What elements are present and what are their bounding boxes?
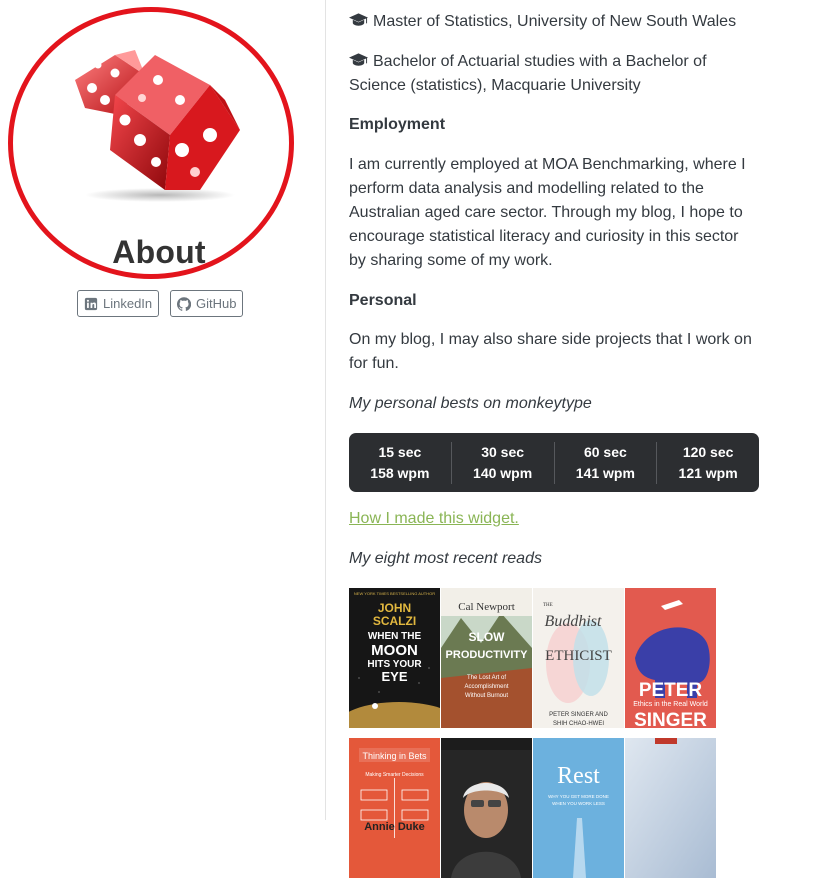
stat-60-sec: 60 sec 141 wpm (555, 441, 658, 484)
book-cover[interactable]: Cal Newport SLOW PRODUCTIVITY The Lost A… (441, 588, 532, 728)
page-title: About (112, 234, 206, 270)
github-label: GitHub (196, 296, 237, 311)
github-icon (177, 296, 191, 311)
svg-text:SINGER: SINGER (634, 710, 707, 728)
graduation-cap-icon (349, 53, 368, 66)
personal-text: On my blog, I may also share side projec… (349, 331, 752, 372)
education-item-1: Master of Statistics, University of New … (349, 10, 759, 34)
svg-text:SLOW: SLOW (469, 630, 506, 644)
education-text-1: Master of Statistics, University of New … (373, 13, 737, 30)
svg-text:SCALZI: SCALZI (373, 614, 416, 628)
svg-text:JOHN: JOHN (378, 601, 411, 615)
stat-15-sec: 15 sec 158 wpm (349, 441, 452, 484)
stat-duration: 30 sec (481, 443, 525, 460)
widget-link-paragraph: How I made this widget. (349, 507, 759, 531)
dice-logo (75, 50, 240, 202)
stat-duration: 60 sec (583, 443, 627, 460)
linkedin-icon (84, 297, 98, 310)
svg-text:Buddhist: Buddhist (545, 613, 602, 630)
stat-120-sec: 120 sec 121 wpm (657, 442, 759, 484)
book-subtitle: Making Smarter Decisions (365, 772, 424, 778)
book-cover-art: THE Buddhist ETHICIST PETER SINGER AND S… (533, 588, 624, 728)
book-cover-art: Rest WHY YOU GET MORE DONE WHEN YOU WORK… (533, 738, 624, 878)
sidebar: About LinkedIn GitHub (0, 0, 325, 820)
stat-wpm: 140 wpm (473, 464, 533, 481)
stat-wpm: 121 wpm (678, 464, 738, 481)
svg-text:SHIH CHAO-HWEI: SHIH CHAO-HWEI (553, 721, 604, 727)
svg-text:Without Burnout: Without Burnout (465, 693, 508, 699)
book-cover[interactable]: NEW YORK TIMES BESTSELLING AUTHOR JOHN S… (349, 588, 440, 728)
svg-text:PETER SINGER AND: PETER SINGER AND (549, 712, 608, 718)
svg-text:MOON: MOON (371, 642, 418, 659)
book-cover[interactable] (441, 738, 532, 878)
book-cover-art (441, 738, 532, 878)
column-divider (325, 0, 326, 820)
graduation-cap-icon (349, 13, 368, 26)
svg-text:PETER: PETER (639, 680, 703, 701)
svg-text:WHY YOU GET MORE DONE: WHY YOU GET MORE DONE (548, 794, 609, 799)
svg-text:EYE: EYE (381, 669, 407, 684)
book-cover[interactable] (625, 738, 716, 878)
employment-text: I am currently employed at MOA Benchmark… (349, 156, 746, 269)
book-cover[interactable]: PETER Ethics in the Real World SINGER (625, 588, 716, 728)
linkedin-label: LinkedIn (103, 296, 153, 311)
book-cover[interactable]: THE Buddhist ETHICIST PETER SINGER AND S… (533, 588, 624, 728)
education-text-2: Bachelor of Actuarial studies with a Bac… (349, 53, 707, 94)
book-title: Thinking in Bets (362, 751, 427, 761)
personal-heading: Personal (349, 292, 417, 309)
book-cover-art: PETER Ethics in the Real World SINGER (625, 588, 716, 728)
linkedin-button[interactable]: LinkedIn (77, 290, 160, 317)
book-tagline: NEW YORK TIMES BESTSELLING AUTHOR (354, 591, 435, 596)
monkeytype-widget: 15 sec 158 wpm 30 sec 140 wpm 60 sec 141… (349, 433, 759, 492)
stat-duration: 120 sec (682, 443, 734, 460)
book-cover-art: Thinking in Bets Making Smarter Decision… (349, 738, 440, 878)
book-cover-art: NEW YORK TIMES BESTSELLING AUTHOR JOHN S… (349, 588, 440, 728)
book-cover[interactable]: Thinking in Bets Making Smarter Decision… (349, 738, 440, 878)
book-cover-art (625, 738, 716, 878)
stat-wpm: 141 wpm (575, 464, 635, 481)
stat-wpm: 158 wpm (370, 464, 430, 481)
book-title: Ethics in the Real World (633, 701, 708, 708)
stat-30-sec: 30 sec 140 wpm (452, 441, 555, 484)
github-button[interactable]: GitHub (170, 290, 244, 317)
reads-caption: My eight most recent reads (349, 550, 542, 567)
book-author: Annie Duke (364, 821, 425, 833)
employment-heading: Employment (349, 116, 446, 133)
book-cover[interactable]: Rest WHY YOU GET MORE DONE WHEN YOU WORK… (533, 738, 624, 878)
book-cover-art: Cal Newport SLOW PRODUCTIVITY The Lost A… (441, 588, 532, 728)
svg-text:ETHICIST: ETHICIST (545, 648, 612, 664)
monkeytype-caption: My personal bests on monkeytype (349, 395, 592, 412)
book-title: Rest (557, 763, 600, 789)
svg-text:WHEN THE: WHEN THE (368, 631, 422, 642)
education-item-2: Bachelor of Actuarial studies with a Bac… (349, 50, 759, 98)
how-i-made-widget-link[interactable]: How I made this widget. (349, 510, 519, 527)
svg-text:PRODUCTIVITY: PRODUCTIVITY (446, 649, 529, 661)
svg-text:THE: THE (543, 603, 553, 608)
svg-text:WHEN YOU WORK LESS: WHEN YOU WORK LESS (552, 801, 605, 806)
svg-text:The Lost Art of: The Lost Art of (467, 675, 506, 681)
svg-text:Accomplishment: Accomplishment (464, 684, 508, 690)
book-author: Cal Newport (458, 601, 515, 613)
stat-duration: 15 sec (378, 443, 422, 460)
